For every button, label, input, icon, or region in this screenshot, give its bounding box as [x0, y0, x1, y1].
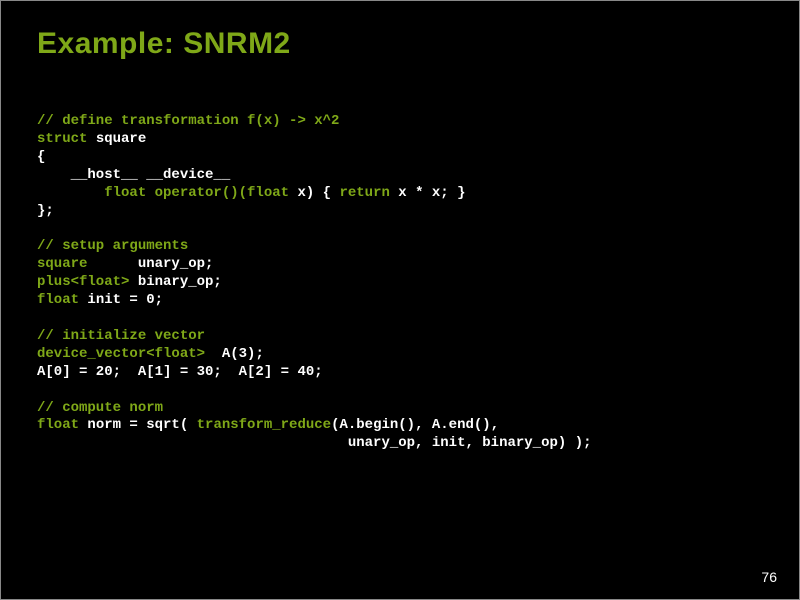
code-text: A(3); — [205, 346, 264, 362]
code-comment: // initialize vector — [37, 328, 205, 344]
code-type: device_vector<float> — [37, 346, 205, 362]
code-keyword: float — [37, 292, 79, 308]
code-call: transform_reduce — [197, 417, 331, 433]
code-keyword: float operator()(float — [37, 185, 289, 201]
code-type: square — [37, 256, 87, 272]
code-text: unary_op, init, binary_op) ); — [37, 435, 592, 451]
code-text: (A.begin(), A.end(), — [331, 417, 499, 433]
code-text: norm = sqrt( — [79, 417, 197, 433]
code-comment: // define transformation f(x) -> x^2 — [37, 113, 339, 129]
code-comment: // compute norm — [37, 400, 163, 416]
code-keyword: struct — [37, 131, 87, 147]
code-keyword: return — [339, 185, 389, 201]
code-text: A[0] = 20; A[1] = 30; A[2] = 40; — [37, 364, 323, 380]
code-text: }; — [37, 203, 54, 219]
code-keyword: float — [37, 417, 79, 433]
slide: Example: SNRM2 // define transformation … — [1, 1, 800, 600]
code-text: unary_op; — [87, 256, 213, 272]
code-text: init = 0; — [79, 292, 163, 308]
code-text: binary_op; — [129, 274, 221, 290]
code-text: x) { — [289, 185, 339, 201]
code-text: { — [37, 149, 45, 165]
code-text: x * x; } — [390, 185, 466, 201]
page-number: 76 — [761, 569, 777, 585]
code-type: plus<float> — [37, 274, 129, 290]
code-block: // define transformation f(x) -> x^2 str… — [37, 113, 765, 453]
code-text: __host__ __device__ — [37, 167, 230, 183]
code-text: square — [87, 131, 146, 147]
code-comment: // setup arguments — [37, 238, 188, 254]
slide-title: Example: SNRM2 — [37, 27, 765, 61]
